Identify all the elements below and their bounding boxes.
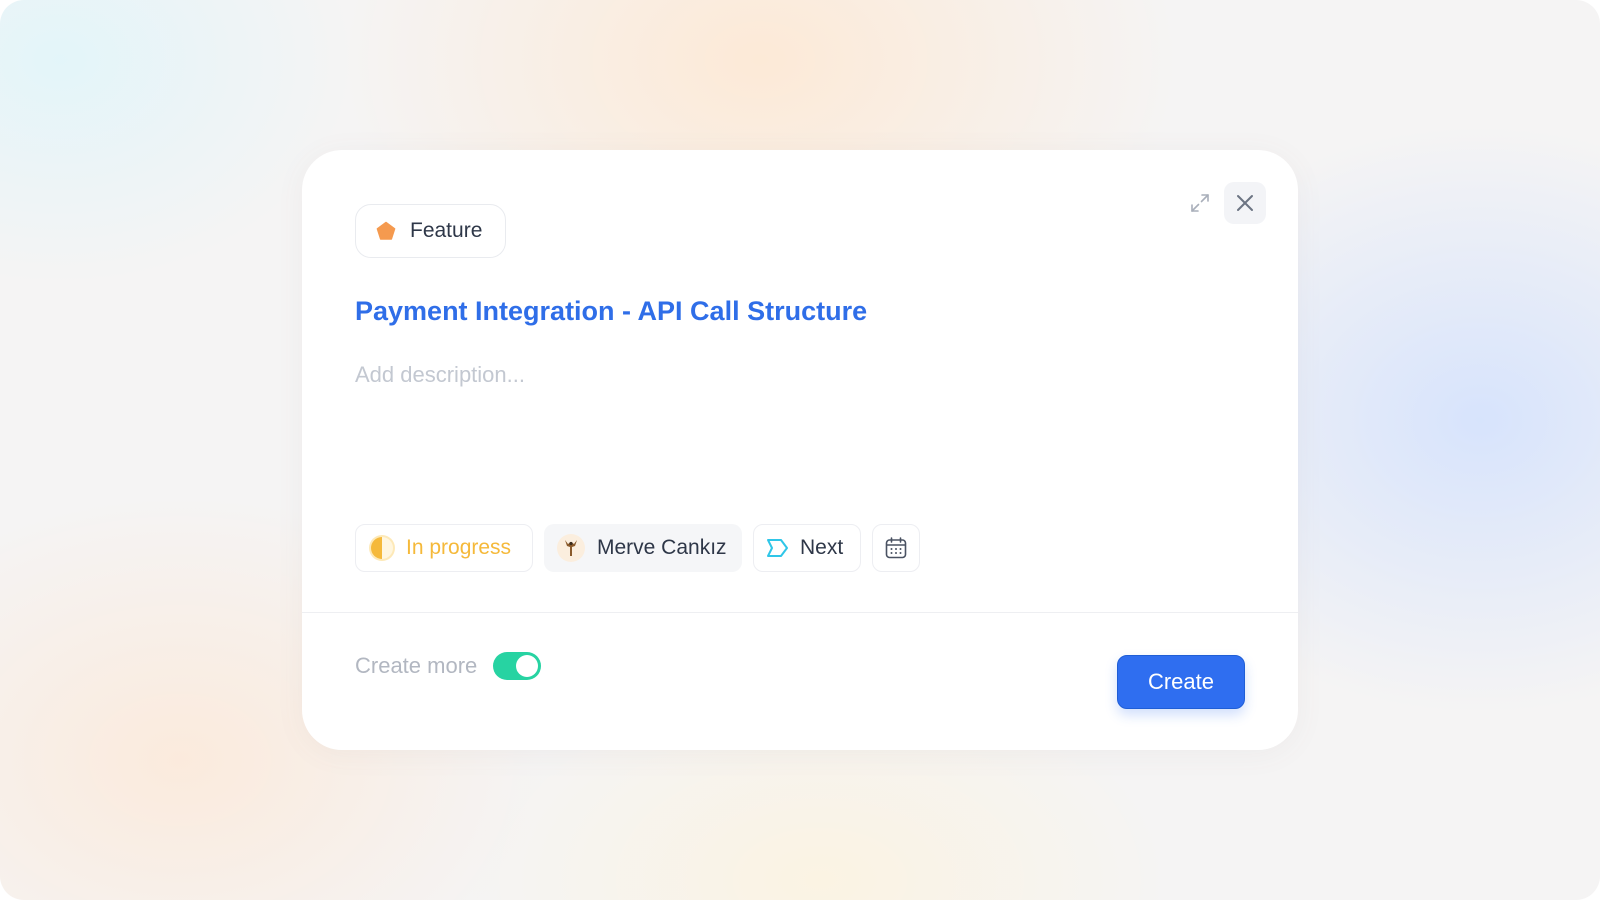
expand-icon bbox=[1191, 194, 1209, 212]
cycle-tag-icon bbox=[767, 539, 788, 557]
issue-type-selector[interactable]: Feature bbox=[355, 204, 506, 258]
calendar-icon bbox=[885, 537, 907, 559]
status-chip[interactable]: In progress bbox=[355, 524, 533, 572]
create-more-toggle[interactable] bbox=[493, 652, 542, 680]
cycle-chip[interactable]: Next bbox=[753, 524, 861, 572]
create-button[interactable]: Create bbox=[1117, 655, 1245, 709]
expand-button[interactable] bbox=[1182, 183, 1218, 223]
description-field[interactable]: Add description... bbox=[355, 362, 1235, 388]
due-date-button[interactable] bbox=[872, 524, 920, 572]
avatar-figure-icon bbox=[565, 540, 577, 556]
property-chips: In progress Merve Cankız Next bbox=[355, 524, 920, 572]
issue-title[interactable]: Payment Integration - API Call Structure bbox=[355, 296, 867, 327]
close-icon bbox=[1237, 195, 1253, 211]
create-more-label: Create more bbox=[355, 653, 478, 678]
footer-divider bbox=[302, 612, 1298, 613]
modal-actions bbox=[1182, 182, 1266, 224]
issue-type-label: Feature bbox=[410, 219, 483, 242]
avatar bbox=[557, 534, 585, 562]
close-button[interactable] bbox=[1224, 182, 1266, 224]
pentagon-icon bbox=[376, 221, 396, 240]
cycle-label: Next bbox=[800, 536, 844, 559]
create-more-control: Create more bbox=[355, 652, 542, 680]
status-label: In progress bbox=[406, 536, 512, 559]
half-circle-icon bbox=[369, 535, 395, 561]
create-issue-modal: Feature Payment Integration - API Call S… bbox=[302, 150, 1298, 750]
assignee-name: Merve Cankız bbox=[597, 536, 727, 559]
assignee-chip[interactable]: Merve Cankız bbox=[544, 524, 742, 572]
background: Feature Payment Integration - API Call S… bbox=[0, 0, 1600, 900]
toggle-knob bbox=[516, 655, 539, 677]
